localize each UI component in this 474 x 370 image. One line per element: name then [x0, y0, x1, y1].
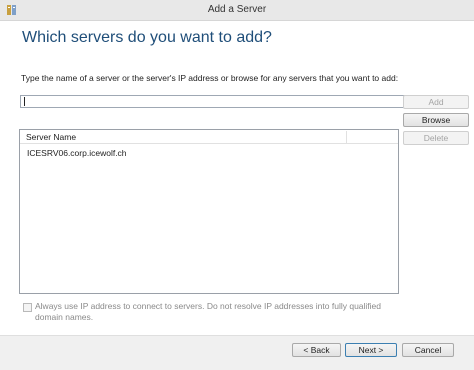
list-item[interactable]: ICESRV06.corp.icewolf.ch	[27, 148, 127, 158]
column-separator	[346, 131, 347, 143]
server-list[interactable]: Server Name ICESRV06.corp.icewolf.ch	[19, 129, 399, 294]
cancel-button[interactable]: Cancel	[402, 343, 454, 357]
page-heading: Which servers do you want to add?	[22, 29, 272, 46]
server-name-prompt: Type the name of a server or the server'…	[21, 73, 399, 83]
delete-button[interactable]: Delete	[403, 131, 469, 145]
list-header: Server Name	[20, 130, 398, 144]
column-header-server-name[interactable]: Server Name	[26, 132, 76, 142]
back-button[interactable]: < Back	[292, 343, 341, 357]
window-title: Add a Server	[207, 4, 267, 15]
text-caret	[24, 97, 25, 106]
next-button[interactable]: Next >	[345, 343, 397, 357]
use-ip-address-checkbox[interactable]	[23, 303, 32, 312]
title-bar: Add a Server	[0, 0, 474, 21]
use-ip-address-label: Always use IP address to connect to serv…	[35, 301, 382, 322]
add-button[interactable]: Add	[403, 95, 469, 109]
browse-button[interactable]: Browse	[403, 113, 469, 127]
server-name-input[interactable]	[20, 95, 406, 108]
